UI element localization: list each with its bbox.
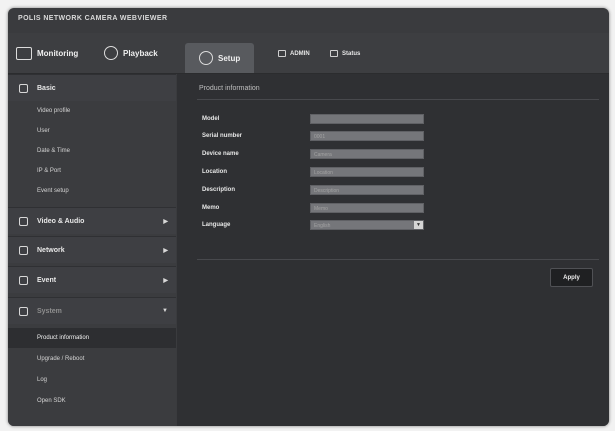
- field-label: Description: [202, 187, 236, 193]
- playback-icon: [104, 46, 118, 60]
- section-title: Product information: [199, 85, 260, 92]
- video-audio-icon: [19, 216, 28, 226]
- playback-label: Playback: [123, 48, 158, 58]
- brand-title: POLIS NETWORK CAMERA WEBVIEWER: [18, 15, 168, 22]
- app-window: POLIS NETWORK CAMERA WEBVIEWER Monitorin…: [8, 8, 609, 426]
- form-row-memo: Memo Memo: [202, 202, 424, 214]
- device-name-input[interactable]: Camera: [310, 149, 424, 159]
- sidebar-item-video-profile[interactable]: Video profile: [8, 101, 176, 121]
- description-input[interactable]: Description: [310, 185, 424, 195]
- apply-button[interactable]: Apply: [550, 268, 593, 287]
- event-icon: [19, 275, 28, 285]
- memo-input[interactable]: Memo: [310, 203, 424, 213]
- chevron-right-icon: ▶: [163, 247, 168, 254]
- system-label: System: [37, 307, 62, 315]
- setup-label: Setup: [218, 53, 241, 63]
- sidebar: Basic Video profile User Date & Time IP …: [8, 74, 176, 426]
- monitoring-button[interactable]: Monitoring: [16, 41, 78, 65]
- event-label: Event: [37, 276, 57, 284]
- form-row-device-name: Device name Camera: [202, 148, 424, 160]
- chevron-down-icon[interactable]: ▼: [414, 221, 423, 229]
- serial-number-field: 0001: [310, 131, 424, 141]
- monitor-icon: [16, 46, 32, 60]
- sidebar-item-log[interactable]: Log: [8, 370, 176, 390]
- status-label: Status: [342, 50, 361, 57]
- gear-icon: [199, 51, 213, 65]
- form-row-description: Description Description: [202, 184, 424, 196]
- divider: [197, 259, 599, 260]
- sidebar-group-basic[interactable]: Basic: [8, 74, 176, 101]
- field-label: Device name: [202, 151, 239, 157]
- sidebar-group-event[interactable]: Event ▶: [8, 266, 176, 293]
- sidebar-item-product-information[interactable]: Product information: [8, 328, 176, 348]
- field-label: Location: [202, 169, 227, 175]
- chevron-down-icon: ▼: [162, 308, 168, 314]
- field-label: Model: [202, 116, 220, 122]
- sidebar-item-upgrade-reboot[interactable]: Upgrade / Reboot: [8, 349, 176, 369]
- sidebar-item-event-setup[interactable]: Event setup: [8, 181, 176, 201]
- user-icon: [278, 50, 286, 57]
- language-select[interactable]: English ▼: [310, 220, 424, 230]
- basic-icon: [19, 83, 28, 93]
- field-label: Serial number: [202, 133, 243, 139]
- main-content: Product information Model Serial number …: [177, 74, 609, 426]
- sidebar-group-video-audio[interactable]: Video & Audio ▶: [8, 207, 176, 234]
- sidebar-item-ip-port[interactable]: IP & Port: [8, 161, 176, 181]
- language-value: English: [314, 223, 331, 229]
- form-row-language: Language English ▼: [202, 219, 424, 231]
- form-row-model: Model: [202, 113, 424, 125]
- setup-button[interactable]: Setup: [185, 43, 255, 73]
- network-icon: [19, 245, 28, 255]
- monitoring-label: Monitoring: [37, 48, 79, 58]
- status-icon: [330, 50, 338, 57]
- sidebar-group-network[interactable]: Network ▶: [8, 236, 176, 263]
- form-row-location: Location Location: [202, 166, 424, 178]
- admin-link[interactable]: ADMIN: [278, 50, 310, 57]
- chevron-right-icon: ▶: [163, 218, 168, 225]
- location-input[interactable]: Location: [310, 167, 424, 177]
- field-label: Memo: [202, 205, 220, 211]
- sidebar-item-user[interactable]: User: [8, 121, 176, 141]
- playback-button[interactable]: Playback: [104, 41, 158, 65]
- video-audio-label: Video & Audio: [37, 217, 85, 225]
- field-label: Language: [202, 222, 231, 228]
- sidebar-item-date-time[interactable]: Date & Time: [8, 141, 176, 161]
- basic-label: Basic: [37, 84, 56, 92]
- model-field: [310, 114, 424, 124]
- status-link[interactable]: Status: [330, 50, 360, 57]
- form-row-serial: Serial number 0001: [202, 130, 424, 142]
- sidebar-item-open-sdk[interactable]: Open SDK: [8, 391, 176, 411]
- top-nav: Monitoring Playback Setup ADMIN Status: [8, 33, 609, 74]
- admin-label: ADMIN: [290, 50, 310, 57]
- sidebar-group-system[interactable]: System ▼: [8, 297, 176, 324]
- network-label: Network: [37, 246, 65, 254]
- divider: [197, 99, 599, 100]
- system-icon: [19, 306, 28, 316]
- chevron-right-icon: ▶: [163, 277, 168, 284]
